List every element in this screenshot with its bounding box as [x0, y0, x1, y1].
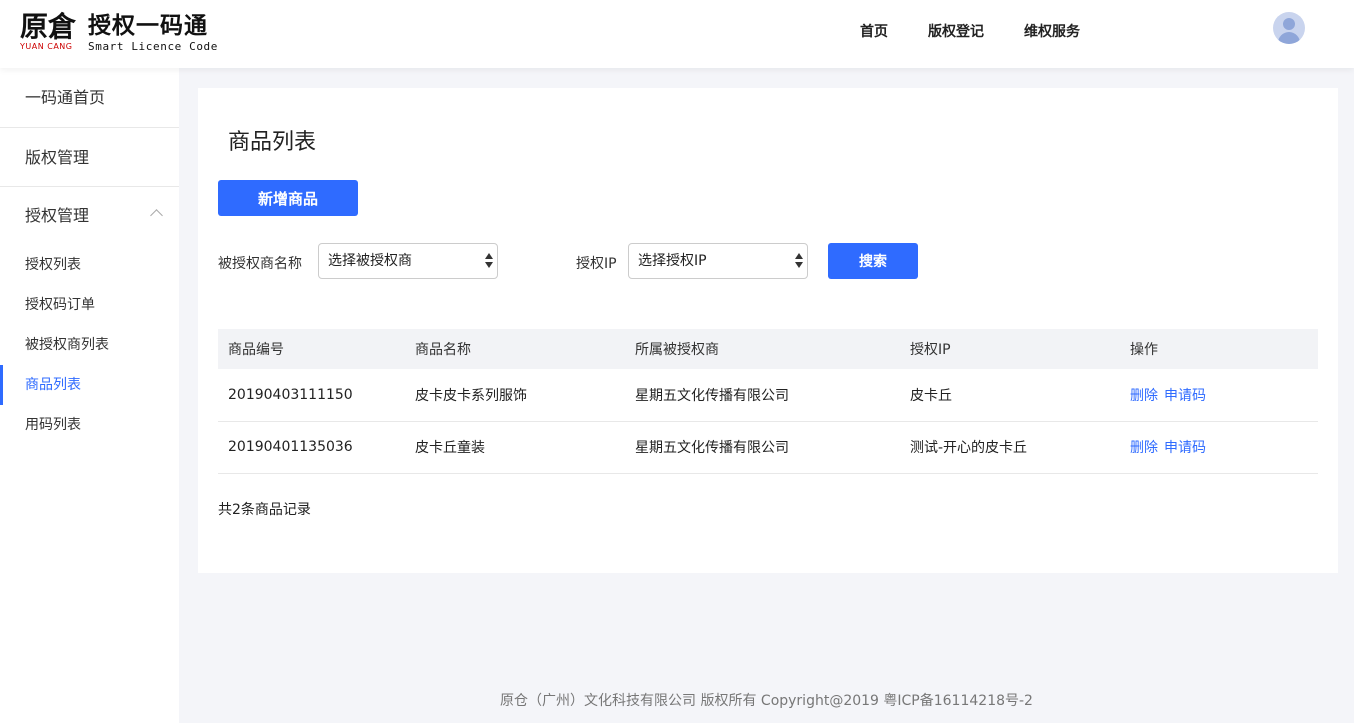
cell-product-id: 20190403111150	[218, 369, 405, 422]
search-button[interactable]: 搜索	[828, 243, 918, 279]
top-header: 原倉 YUAN CANG 授权一码通 Smart Licence Code 首页…	[0, 0, 1354, 68]
page-title: 商品列表	[228, 130, 317, 155]
table-row: 20190401135036 皮卡丘童装 星期五文化传播有限公司 测试-开心的皮…	[218, 421, 1318, 474]
cell-ip: 皮卡丘	[900, 369, 1120, 422]
cell-licensee: 星期五文化传播有限公司	[625, 369, 900, 422]
apply-code-link[interactable]: 申请码	[1164, 440, 1206, 456]
sidebar-item-code-orders[interactable]: 授权码订单	[0, 285, 179, 325]
ip-select-value: 选择授权IP	[638, 253, 707, 269]
top-nav: 首页 版权登记 维权服务	[860, 0, 1120, 62]
sidebar: 一码通首页 版权管理 授权管理 授权列表 授权码订单 被授权商列表 商品列表 用…	[0, 68, 179, 723]
sidebar-group-license[interactable]: 授权管理	[0, 187, 179, 245]
delete-link[interactable]: 删除	[1130, 388, 1158, 404]
licensee-select[interactable]: 选择被授权商	[318, 243, 498, 279]
brand: 授权一码通 Smart Licence Code	[88, 12, 218, 53]
delete-link[interactable]: 删除	[1130, 440, 1158, 456]
cell-ip: 测试-开心的皮卡丘	[900, 421, 1120, 474]
ip-filter-label: 授权IP	[576, 256, 617, 272]
col-ip: 授权IP	[900, 329, 1120, 369]
brand-title: 授权一码通	[88, 13, 208, 39]
record-count: 共2条商品记录	[218, 502, 311, 518]
apply-code-link[interactable]: 申请码	[1164, 388, 1206, 404]
add-product-button[interactable]: 新增商品	[218, 180, 358, 216]
user-avatar-icon[interactable]	[1273, 12, 1305, 44]
select-arrows-icon	[485, 253, 493, 269]
main-panel: 商品列表 新增商品 被授权商名称 选择被授权商 授权IP 选择授权IP 搜索 商…	[198, 88, 1338, 573]
nav-home[interactable]: 首页	[860, 21, 888, 41]
logo-cn: 原倉	[20, 10, 77, 43]
table-row: 20190403111150 皮卡皮卡系列服饰 星期五文化传播有限公司 皮卡丘 …	[218, 369, 1318, 422]
sidebar-item-home[interactable]: 一码通首页	[0, 68, 179, 128]
sidebar-item-product-list[interactable]: 商品列表	[0, 365, 179, 405]
sidebar-item-code-usage[interactable]: 用码列表	[0, 405, 179, 445]
product-table: 商品编号 商品名称 所属被授权商 授权IP 操作 20190403111150 …	[218, 329, 1318, 474]
ip-select[interactable]: 选择授权IP	[628, 243, 808, 279]
licensee-filter-label: 被授权商名称	[218, 256, 302, 272]
cell-product-name: 皮卡丘童装	[405, 421, 625, 474]
sidebar-item-licensee-list[interactable]: 被授权商列表	[0, 325, 179, 365]
logo[interactable]: 原倉 YUAN CANG 授权一码通 Smart Licence Code	[20, 12, 218, 54]
cell-licensee: 星期五文化传播有限公司	[625, 421, 900, 474]
logo-mark: 原倉 YUAN CANG	[20, 12, 76, 52]
sidebar-item-copyright[interactable]: 版权管理	[0, 128, 179, 187]
select-arrows-icon	[795, 253, 803, 269]
col-product-name: 商品名称	[405, 329, 625, 369]
chevron-up-icon	[150, 209, 163, 222]
cell-product-id: 20190401135036	[218, 421, 405, 474]
table-header-row: 商品编号 商品名称 所属被授权商 授权IP 操作	[218, 329, 1318, 369]
logo-en: YUAN CANG	[20, 42, 73, 51]
sidebar-item-license-list[interactable]: 授权列表	[0, 245, 179, 285]
col-product-id: 商品编号	[218, 329, 405, 369]
nav-copyright-registration[interactable]: 版权登记	[928, 21, 984, 41]
cell-product-name: 皮卡皮卡系列服饰	[405, 369, 625, 422]
nav-rights-service[interactable]: 维权服务	[1024, 21, 1080, 41]
footer-copyright: 原仓（广州）文化科技有限公司 版权所有 Copyright@2019 粤ICP备…	[500, 693, 1033, 709]
cell-actions: 删除 申请码	[1120, 421, 1318, 474]
cell-actions: 删除 申请码	[1120, 369, 1318, 422]
brand-subtitle: Smart Licence Code	[88, 40, 219, 53]
col-actions: 操作	[1120, 329, 1318, 369]
col-licensee: 所属被授权商	[625, 329, 900, 369]
licensee-select-value: 选择被授权商	[328, 253, 412, 269]
sidebar-group-label: 授权管理	[25, 206, 90, 225]
